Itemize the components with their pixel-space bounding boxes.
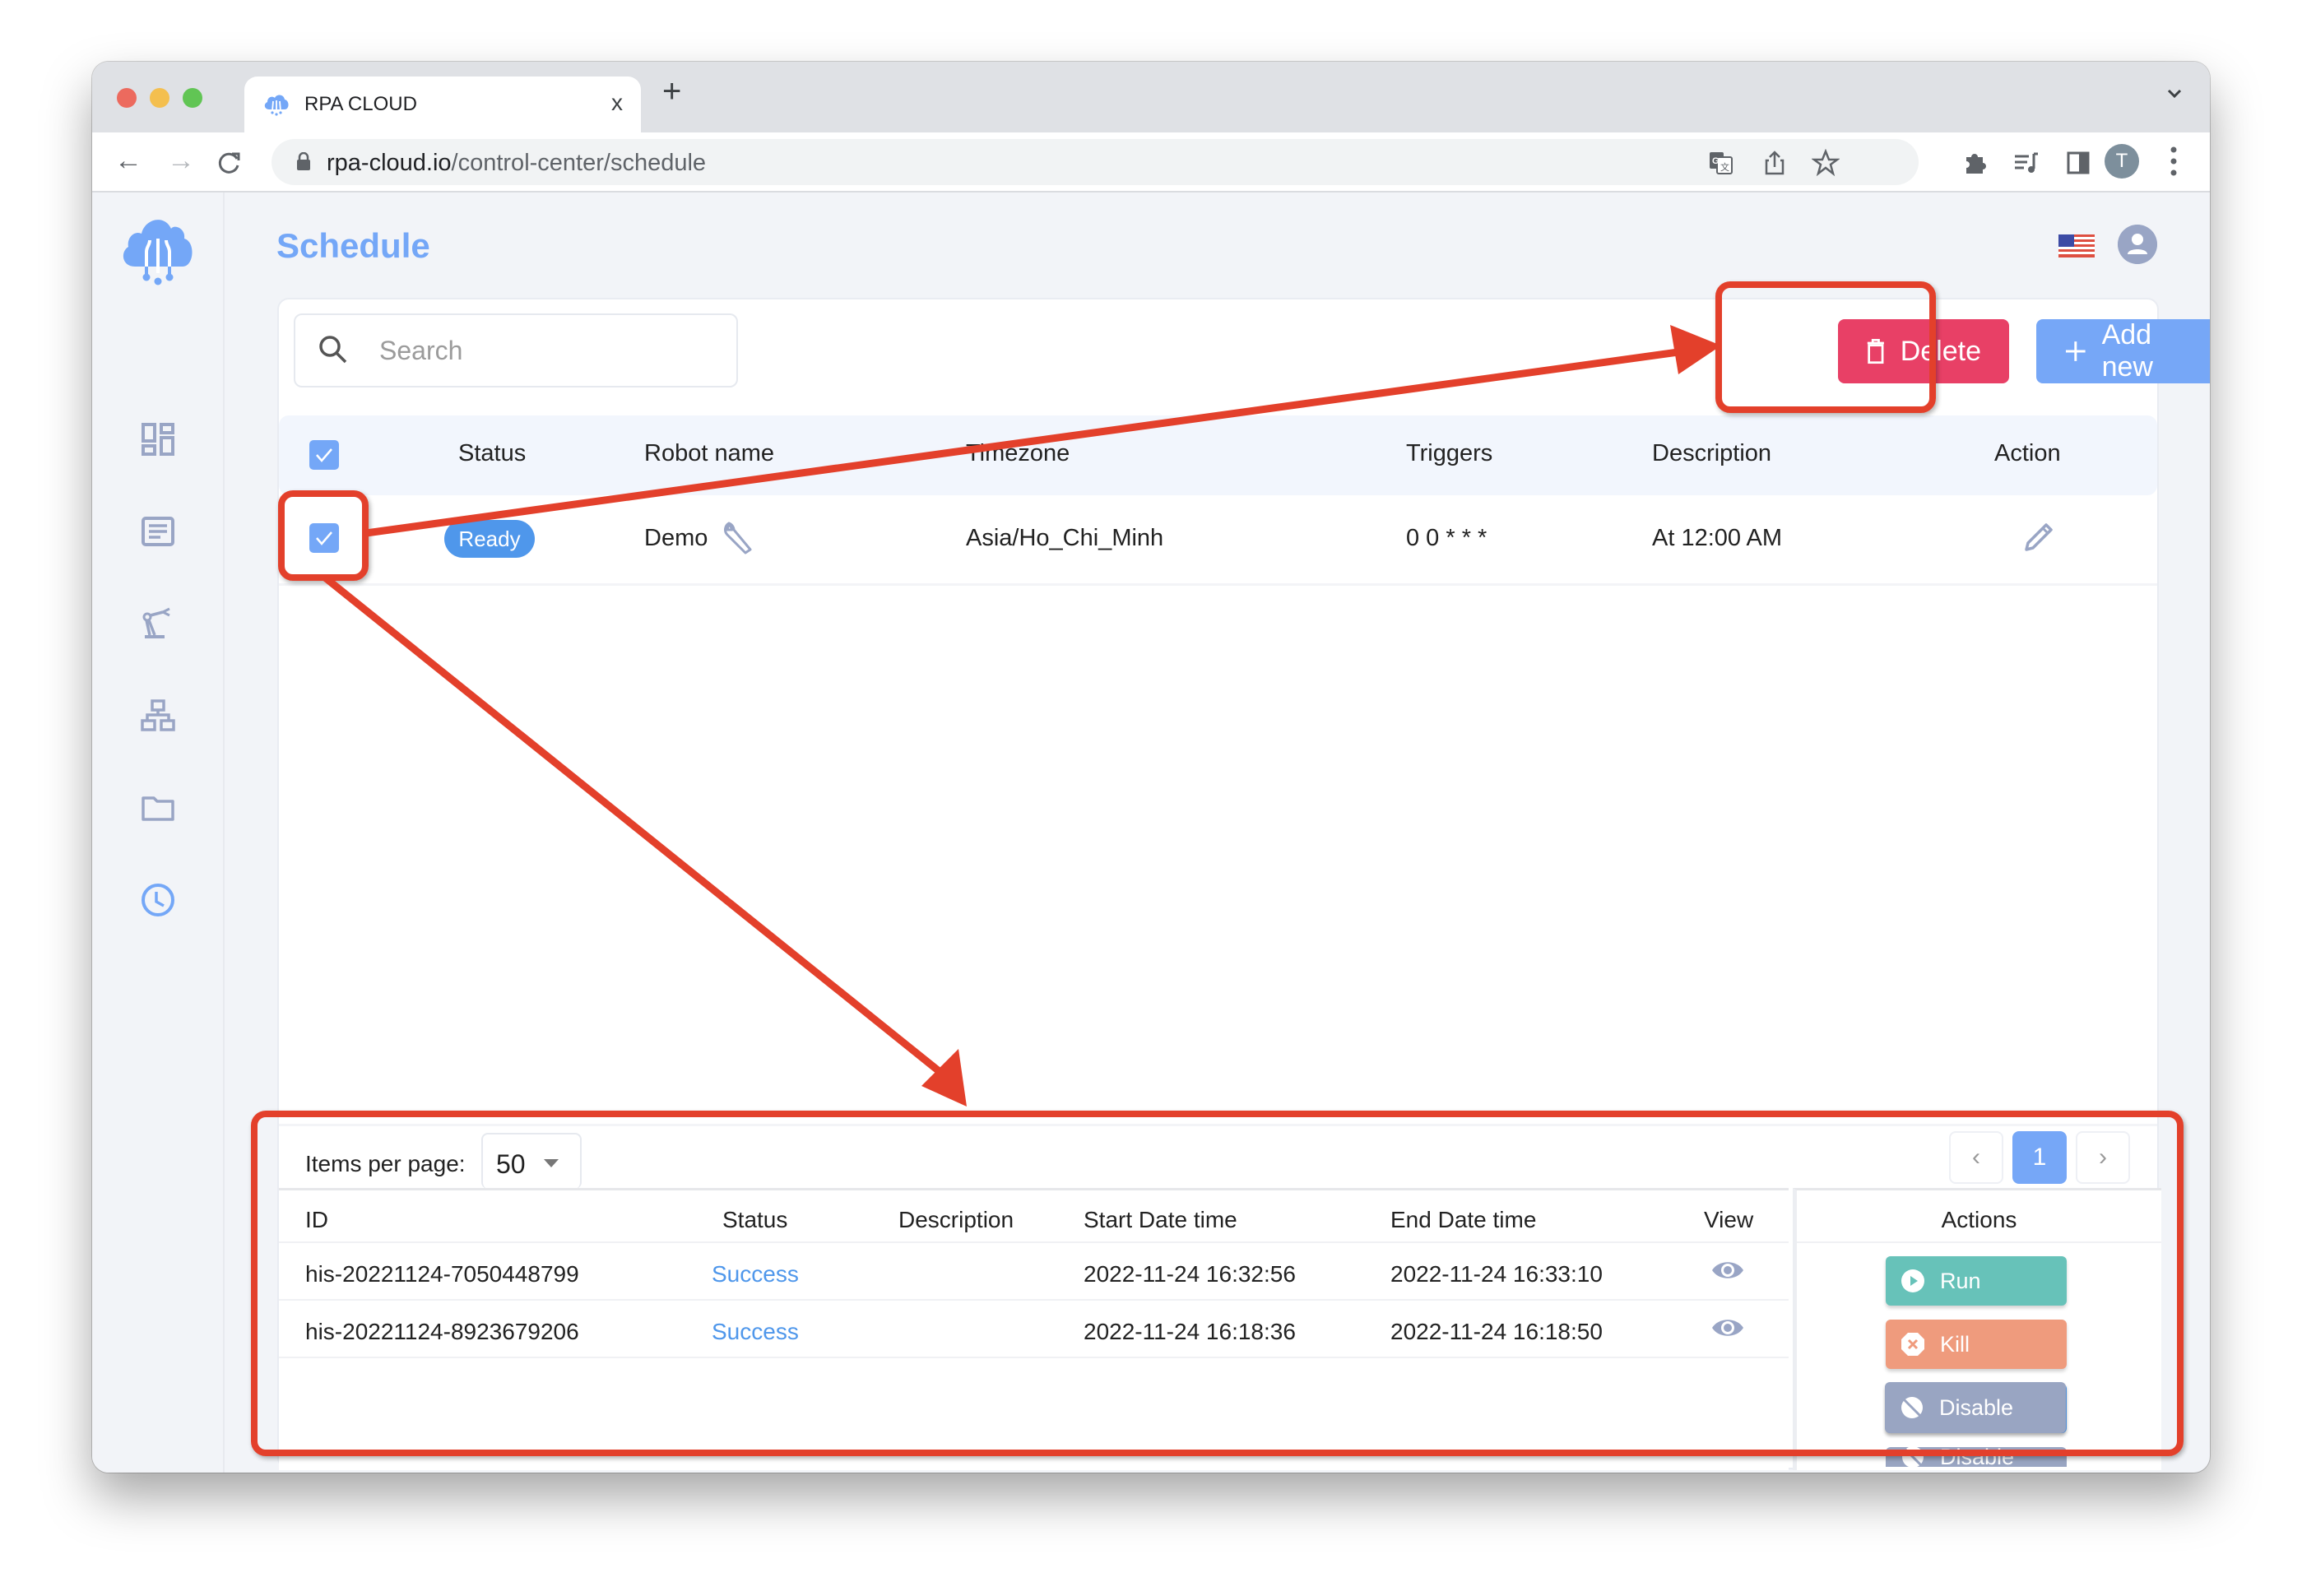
tab-close-icon[interactable]: x — [611, 90, 623, 116]
add-new-button[interactable]: Add new — [2036, 319, 2210, 383]
timezone: Asia/Ho_Chi_Minh — [966, 525, 1164, 551]
bookmark-star-icon[interactable] — [1812, 149, 1840, 177]
select-all-checkbox[interactable] — [309, 440, 339, 470]
search-box[interactable] — [294, 313, 738, 387]
rpa-cloud-logo[interactable] — [117, 209, 199, 291]
folder-icon[interactable] — [140, 790, 176, 826]
browser-tab[interactable]: RPA CLOUD x — [244, 77, 641, 132]
triggers: 0 0 * * * — [1406, 525, 1487, 551]
column-header-timezone[interactable]: Timezone — [966, 440, 1070, 467]
tab-bar: RPA CLOUD x + — [92, 62, 2210, 132]
tab-title: RPA CLOUD — [304, 93, 417, 115]
status-badge: Ready — [444, 520, 535, 558]
clock-icon[interactable] — [140, 882, 176, 918]
table-row[interactable]: Ready Demo Asia/Ho_Chi_Minh 0 0 * * * At… — [279, 495, 2157, 586]
translate-icon[interactable]: G 文 — [1707, 149, 1735, 177]
us-flag-language-icon[interactable] — [2058, 234, 2095, 257]
search-icon — [319, 336, 347, 364]
checkmark-icon — [316, 448, 332, 462]
address-bar[interactable]: rpa-cloud.io/control-center/schedule G 文 — [272, 139, 1919, 185]
edit-pencil-icon[interactable] — [2021, 520, 2056, 554]
user-avatar-icon[interactable] — [2118, 225, 2157, 264]
share-icon[interactable] — [1761, 149, 1789, 177]
column-header-status[interactable]: Status — [458, 440, 526, 467]
close-window-button[interactable] — [117, 88, 137, 108]
side-panel-icon[interactable] — [2064, 149, 2092, 177]
page-title: Schedule — [276, 226, 430, 265]
browser-toolbar: ← → rpa-cloud.io/control-center/schedule… — [92, 132, 2210, 193]
maximize-window-button[interactable] — [183, 88, 202, 108]
column-header-triggers[interactable]: Triggers — [1406, 440, 1492, 467]
robot-arm-icon[interactable] — [140, 605, 176, 642]
sidebar — [92, 193, 225, 1473]
schedule-table-header: Status Robot name Timezone Triggers Desc… — [279, 415, 2157, 495]
reload-icon[interactable] — [216, 149, 244, 177]
chevron-down-icon[interactable] — [2162, 81, 2187, 106]
svg-text:G: G — [1712, 156, 1720, 166]
svg-text:文: 文 — [1720, 161, 1729, 173]
rpa-cloud-favicon-icon — [264, 95, 289, 116]
forward-icon[interactable]: → — [165, 144, 197, 177]
robot-name: Demo — [644, 525, 708, 551]
browser-profile-avatar[interactable]: T — [2105, 144, 2139, 179]
search-input[interactable] — [378, 332, 710, 369]
add-new-button-label: Add new — [2101, 319, 2153, 383]
dashboard-icon[interactable] — [140, 421, 176, 457]
plus-icon — [2065, 341, 2086, 361]
lock-icon — [297, 152, 310, 170]
back-icon[interactable]: ← — [112, 144, 145, 177]
browser-menu-icon[interactable] — [2170, 146, 2177, 177]
minimize-window-button[interactable] — [150, 88, 169, 108]
hierarchy-icon[interactable] — [140, 698, 176, 734]
wrench-icon[interactable] — [721, 518, 759, 556]
media-control-icon[interactable] — [2012, 149, 2040, 177]
description: At 12:00 AM — [1652, 525, 1782, 551]
url-text: rpa-cloud.io/control-center/schedule — [327, 150, 707, 176]
column-header-description[interactable]: Description — [1652, 440, 1771, 467]
annotation-box-history-panel — [251, 1111, 2184, 1456]
document-icon[interactable] — [140, 513, 176, 550]
extensions-icon[interactable] — [1961, 149, 1989, 177]
column-header-action: Action — [1994, 440, 2061, 466]
annotation-box-delete — [1715, 281, 1936, 413]
column-header-robot-name[interactable]: Robot name — [644, 440, 774, 467]
annotation-box-row-checkbox — [278, 490, 369, 581]
new-tab-button[interactable]: + — [662, 73, 681, 110]
